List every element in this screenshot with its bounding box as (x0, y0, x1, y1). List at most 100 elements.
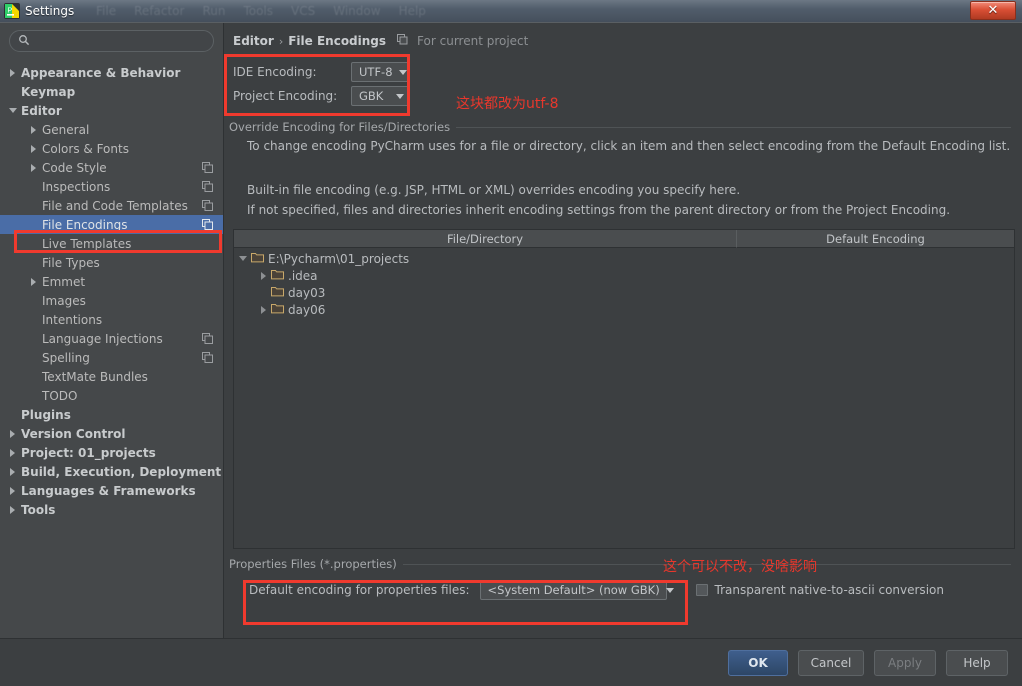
properties-group-header: Properties Files (*.properties) (229, 557, 1011, 571)
column-header-file-directory[interactable]: File/Directory (234, 230, 737, 248)
sidebar-item-file-types[interactable]: File Types (0, 253, 223, 272)
folder-icon (251, 252, 264, 266)
sidebar-item-file-and-code-templates[interactable]: File and Code Templates (0, 196, 223, 215)
settings-tree[interactable]: Appearance & Behavior Keymap Editor General… (0, 63, 223, 638)
sidebar-item-languages-frameworks[interactable]: Languages & Frameworks (0, 481, 223, 500)
chevron-down-icon[interactable] (238, 253, 249, 264)
table-row[interactable]: day06 (234, 301, 1014, 318)
sidebar-item-intentions[interactable]: Intentions (0, 310, 223, 329)
cancel-button[interactable]: Cancel (798, 650, 864, 676)
sidebar-item-images[interactable]: Images (0, 291, 223, 310)
copy-settings-icon[interactable] (202, 200, 213, 214)
chevron-right-icon[interactable] (258, 304, 269, 315)
dialog-footer: OK Cancel Apply Help (0, 638, 1022, 686)
sidebar-item-appearance-behavior[interactable]: Appearance & Behavior (0, 63, 223, 82)
chevron-right-icon[interactable] (8, 428, 19, 439)
chevron-down-icon (396, 93, 404, 99)
ide-encoding-label: IDE Encoding: (233, 65, 317, 79)
scope-label: For current project (417, 34, 529, 48)
sidebar-item-spelling[interactable]: Spelling (0, 348, 223, 367)
chevron-right-icon[interactable] (8, 447, 19, 458)
group-divider (456, 126, 1011, 128)
sidebar-item-label: Plugins (21, 407, 71, 422)
copy-settings-icon[interactable] (202, 162, 213, 176)
file-directory-name: day03 (288, 285, 326, 300)
breadcrumb-parent[interactable]: Editor (233, 34, 274, 48)
sidebar-item-plugins[interactable]: Plugins (0, 405, 223, 424)
copy-settings-icon[interactable] (202, 352, 213, 366)
chevron-right-icon[interactable] (29, 162, 40, 173)
sidebar-item-label: File and Code Templates (42, 198, 188, 213)
chevron-right-icon[interactable] (258, 270, 269, 281)
copy-settings-icon[interactable] (202, 219, 213, 233)
description-line-1 (247, 161, 1010, 183)
column-header-default-encoding[interactable]: Default Encoding (737, 230, 1014, 248)
chevron-right-icon[interactable] (29, 124, 40, 135)
pycharm-logo-icon: P (4, 3, 20, 19)
description-block: To change encoding PyCharm uses for a fi… (247, 139, 1010, 223)
main-panel: Editor › File Encodings For current proj… (225, 23, 1022, 638)
close-button[interactable]: ✕ (970, 1, 1016, 20)
properties-group-title: Properties Files (*.properties) (229, 557, 397, 571)
transparent-conversion-checkbox[interactable] (695, 584, 708, 596)
sidebar-item-colors-fonts[interactable]: Colors & Fonts (0, 139, 223, 158)
ghost-menu-bar: File Refactor Run Tools VCS Window Help (96, 3, 426, 19)
sidebar-item-editor[interactable]: Editor (0, 101, 223, 120)
sidebar-item-tools[interactable]: Tools (0, 500, 223, 519)
sidebar-item-label: Inspections (42, 179, 111, 194)
chevron-right-icon[interactable] (29, 276, 40, 287)
search-field[interactable] (9, 30, 214, 52)
encoding-fields: IDE Encoding: UTF-8 Project Encoding: GB… (233, 60, 409, 108)
help-button[interactable]: Help (946, 650, 1008, 676)
sidebar-item-textmate-bundles[interactable]: TextMate Bundles (0, 367, 223, 386)
search-input[interactable] (34, 34, 205, 48)
ide-encoding-combo[interactable]: UTF-8 (351, 62, 409, 82)
properties-encoding-combo[interactable]: <System Default> (now GBK) (479, 580, 674, 600)
sidebar-item-code-style[interactable]: Code Style (0, 158, 223, 177)
close-icon: ✕ (987, 3, 999, 18)
file-directory-name: day06 (288, 302, 326, 317)
chevron-down-icon[interactable] (8, 105, 19, 116)
project-encoding-combo[interactable]: GBK (351, 86, 409, 106)
chevron-right-icon[interactable] (8, 504, 19, 515)
apply-button[interactable]: Apply (874, 650, 936, 676)
file-directory-table[interactable]: File/Directory Default Encoding E:\Pycha… (233, 229, 1015, 549)
sidebar-item-keymap[interactable]: Keymap (0, 82, 223, 101)
table-row[interactable]: .idea (234, 267, 1014, 284)
ok-button[interactable]: OK (728, 650, 788, 676)
chevron-right-icon[interactable] (8, 466, 19, 477)
sidebar-item-label: Editor (21, 103, 62, 118)
file-directory-name: .idea (288, 268, 318, 283)
chevron-down-icon (398, 69, 407, 75)
table-row[interactable]: day03 (234, 284, 1014, 301)
chevron-right-icon[interactable] (8, 485, 19, 496)
sidebar-item-file-encodings[interactable]: File Encodings (0, 215, 223, 234)
table-body[interactable]: E:\Pycharm\01_projects .idea day03 day06 (234, 248, 1014, 318)
sidebar-item-general[interactable]: General (0, 120, 223, 139)
sidebar-item-inspections[interactable]: Inspections (0, 177, 223, 196)
copy-settings-icon[interactable] (202, 181, 213, 195)
sidebar-item-label: Intentions (42, 312, 103, 327)
table-row[interactable]: E:\Pycharm\01_projects (234, 250, 1014, 267)
sidebar-item-language-injections[interactable]: Language Injections (0, 329, 223, 348)
sidebar-item-version-control[interactable]: Version Control (0, 424, 223, 443)
copy-settings-icon[interactable] (202, 333, 213, 347)
sidebar-item-emmet[interactable]: Emmet (0, 272, 223, 291)
group-divider (402, 563, 1011, 565)
sidebar-item-todo[interactable]: TODO (0, 386, 223, 405)
sidebar-item-live-templates[interactable]: Live Templates (0, 234, 223, 253)
sidebar-item-project-01-projects[interactable]: Project: 01_projects (0, 443, 223, 462)
sidebar-item-label: Images (42, 293, 86, 308)
window-title: Settings (25, 4, 75, 18)
chevron-right-icon[interactable] (29, 143, 40, 154)
transparent-conversion-label: Transparent native-to-ascii conversion (714, 583, 944, 597)
breadcrumb: Editor › File Encodings For current proj… (233, 34, 528, 48)
chevron-down-icon (665, 587, 674, 593)
chevron-right-icon[interactable] (8, 67, 19, 78)
sidebar-item-build-execution-deployment[interactable]: Build, Execution, Deployment (0, 462, 223, 481)
transparent-conversion-checkbox-row[interactable]: Transparent native-to-ascii conversion (695, 583, 944, 597)
